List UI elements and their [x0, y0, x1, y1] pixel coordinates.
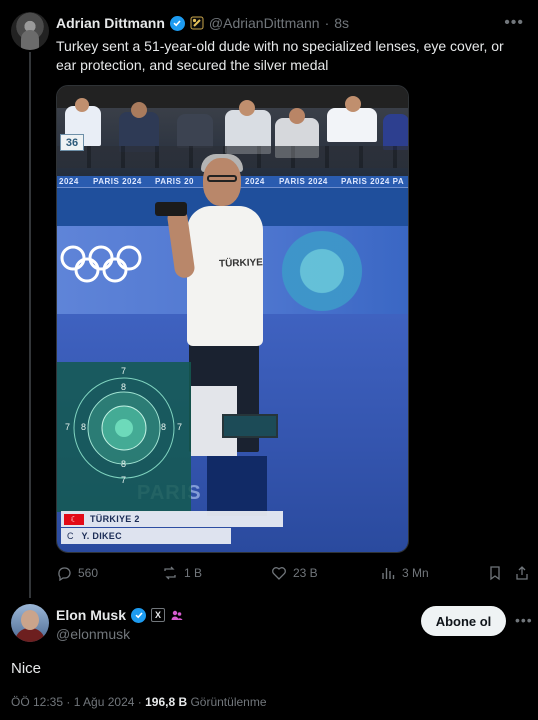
repost-count: 1 B — [184, 566, 203, 580]
avatar-adrian[interactable] — [11, 12, 49, 50]
lane-number-sign: 36 — [60, 134, 84, 151]
tweet2-author-name[interactable]: Elon Musk — [56, 607, 126, 623]
x-badge-icon: X — [151, 608, 166, 622]
turkey-flag-icon: ☾ — [64, 513, 84, 525]
target-number: 8 — [121, 382, 127, 392]
like-button[interactable]: 23 B — [271, 565, 318, 581]
tweet2-views-label: Görüntülenme — [187, 695, 267, 709]
tweet-thread: Adrian Dittmann @AdrianDittmann · 8s •••… — [0, 0, 538, 720]
reply-count: 560 — [78, 566, 99, 580]
like-count: 23 B — [293, 566, 318, 580]
shooter-figure — [187, 206, 263, 346]
target-number: 7 — [121, 475, 127, 485]
more-options-icon[interactable]: ••• — [515, 612, 533, 628]
tweet1-media-photo[interactable]: 36 2024 PARIS 2024 PARIS 20 2024 PARIS 2… — [56, 85, 409, 553]
follow-button[interactable]: Abone ol — [421, 606, 506, 636]
reply-button[interactable]: 560 — [56, 565, 98, 581]
scoreboard-overlay: ☾ TÜRKIYE 2 C Y. DIKEC — [61, 511, 283, 545]
views-count: 3 Mn — [402, 566, 429, 580]
pink-badge-icon — [170, 608, 184, 622]
repost-icon — [164, 566, 176, 580]
tweet1-header: Adrian Dittmann @AdrianDittmann · 8s — [56, 14, 349, 32]
verified-badge-icon — [131, 607, 147, 623]
like-icon — [272, 567, 286, 580]
tweet2-header: Elon Musk X — [56, 606, 184, 624]
target-number: 7 — [177, 422, 183, 432]
tweet1-timestamp[interactable]: 8s — [334, 15, 349, 31]
scoreboard-athlete: Y. DIKEC — [81, 531, 122, 541]
share-button[interactable] — [514, 565, 530, 581]
tweet2-metadata: ÖÖ 12:35 · 1 Ağu 2024 · 196,8 B Görüntül… — [11, 695, 267, 709]
tweet2-timestamp[interactable]: ÖÖ 12:35 · 1 Ağu 2024 · — [11, 695, 145, 709]
scoreboard-country: TÜRKIYE 2 — [90, 514, 140, 524]
tweet2-handle[interactable]: @elonmusk — [56, 626, 130, 642]
avatar-elon[interactable] — [11, 604, 49, 642]
share-icon — [516, 566, 528, 580]
target-number: 8 — [161, 422, 167, 432]
target-number: 7 — [65, 422, 71, 432]
scoreboard-prefix: C — [67, 531, 74, 541]
separator-dot: · — [324, 15, 330, 31]
tweet1-author-name[interactable]: Adrian Dittmann — [56, 15, 165, 31]
tweet2-views-count: 196,8 B — [145, 695, 188, 709]
views-icon — [382, 568, 395, 579]
tweet1-text: Turkey sent a 51-year-old dude with no s… — [56, 38, 504, 73]
bookmark-icon — [490, 566, 500, 581]
reply-icon — [58, 567, 71, 581]
olympic-rings-icon — [60, 245, 142, 283]
tweet1-handle[interactable]: @AdrianDittmann — [209, 15, 320, 31]
photo-scene: 36 2024 PARIS 2024 PARIS 20 2024 PARIS 2… — [57, 86, 408, 552]
verified-badge-icon — [169, 15, 185, 31]
tweet1-action-bar: 560 1 B 23 B 3 Mn — [56, 565, 530, 587]
more-options-icon[interactable]: ••• — [504, 14, 524, 32]
views-button[interactable]: 3 Mn — [380, 565, 429, 581]
bookmark-button[interactable] — [487, 565, 503, 581]
target-number: 7 — [121, 366, 127, 376]
target-number: 8 — [81, 422, 87, 432]
thread-connector-line — [29, 52, 31, 598]
tweet2-text: Nice — [11, 660, 42, 677]
shirt-lettering: TÜRKIYE — [218, 257, 264, 270]
repost-button[interactable]: 1 B — [162, 565, 202, 581]
target-number: 8 — [121, 459, 127, 469]
gold-badge-icon — [190, 16, 204, 30]
